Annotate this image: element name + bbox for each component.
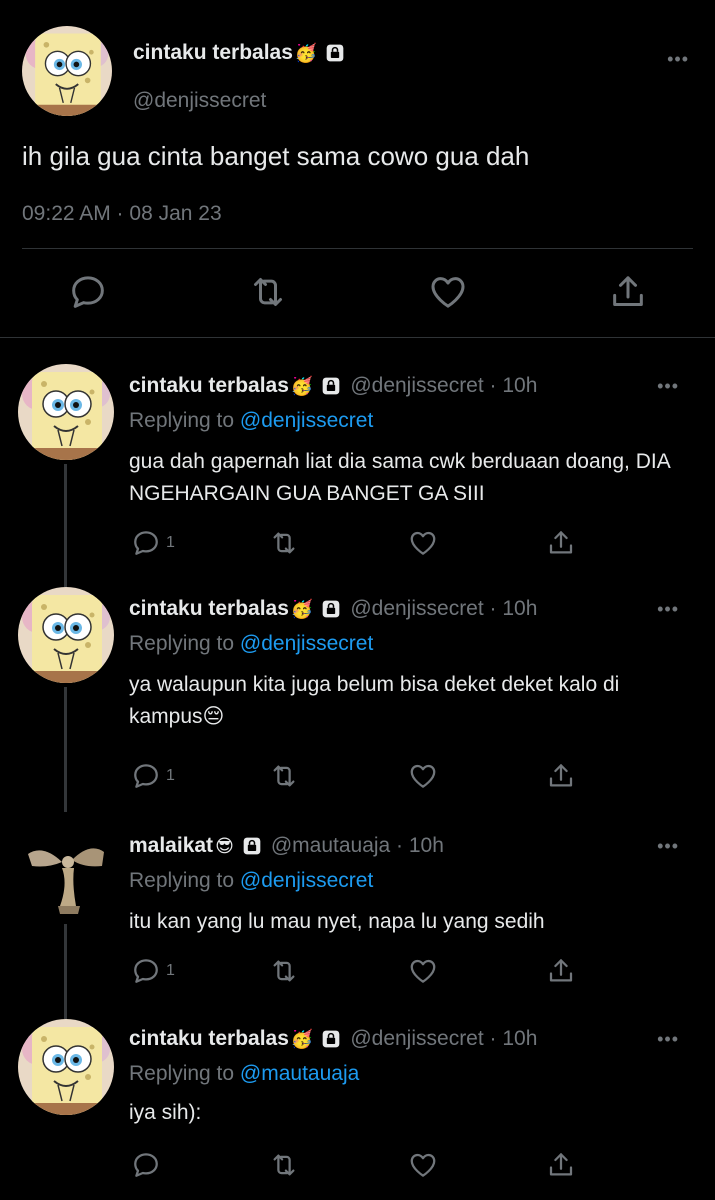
handle-time[interactable]: @denjissecret · 10h xyxy=(350,1027,537,1051)
reply-count: 1 xyxy=(166,962,175,979)
reply-count: 1 xyxy=(166,767,175,784)
retweet-icon[interactable] xyxy=(269,956,299,986)
heart-icon[interactable] xyxy=(408,1150,438,1180)
thread-line xyxy=(64,687,67,812)
spongebob-avatar-image xyxy=(18,364,114,460)
reply-button[interactable]: 1 xyxy=(131,956,175,986)
reply-icon xyxy=(131,956,161,986)
reply-text: itu kan yang lu mau nyet, napa lu yang s… xyxy=(129,910,545,933)
handle-time[interactable]: @denjissecret · 10h xyxy=(350,374,537,398)
replying-to: Replying to @denjissecret xyxy=(129,869,373,893)
reply-header: cintaku terbalas 🥳 @denjissecret · 10h xyxy=(129,1027,537,1051)
lock-icon xyxy=(321,376,341,396)
reply-button[interactable] xyxy=(131,1150,166,1180)
display-name[interactable]: cintaku terbalas xyxy=(129,374,289,398)
display-name[interactable]: cintaku terbalas xyxy=(133,41,293,65)
retweet-icon[interactable] xyxy=(269,1150,299,1180)
reply-icon xyxy=(131,761,161,791)
reply-icon xyxy=(131,1150,161,1180)
reply-text: ya walaupun kita juga belum bisa deket d… xyxy=(129,673,620,728)
main-tweet: cintaku terbalas 🥳 ••• @denjissecret ih … xyxy=(0,0,715,338)
reply-text: iya sih): xyxy=(129,1101,202,1124)
thread-line xyxy=(64,575,67,587)
replying-prefix: Replying to xyxy=(129,1062,240,1085)
lock-icon xyxy=(321,1029,341,1049)
reply-tweet[interactable]: malaikat 😎 @mautauaja · 10h ••• Replying… xyxy=(0,812,715,1007)
author-row: cintaku terbalas 🥳 xyxy=(133,41,345,65)
action-bar: 1 xyxy=(0,528,715,560)
handle-time[interactable]: @mautauaja · 10h xyxy=(271,834,444,858)
share-icon[interactable] xyxy=(546,956,576,986)
name-emoji: 🥳 xyxy=(294,42,318,63)
reply-text: gua dah gapernah liat dia sama cwk berdu… xyxy=(129,450,670,505)
action-bar: 1 xyxy=(0,956,715,988)
reply-button[interactable]: 1 xyxy=(131,528,175,558)
more-icon[interactable]: ••• xyxy=(657,1029,679,1050)
reply-button[interactable]: 1 xyxy=(131,761,175,791)
heart-icon[interactable] xyxy=(408,761,438,791)
action-bar xyxy=(0,1150,715,1182)
name-emoji: 🥳 xyxy=(290,1028,314,1049)
reply-tweet[interactable]: cintaku terbalas 🥳 @denjissecret · 10h •… xyxy=(0,1007,715,1200)
retweet-icon[interactable] xyxy=(269,761,299,791)
spongebob-avatar-image xyxy=(22,26,112,116)
replying-to: Replying to @mautauaja xyxy=(129,1062,359,1086)
name-emoji: 🥳 xyxy=(290,375,314,396)
name-emoji: 🥳 xyxy=(290,598,314,619)
reply-icon[interactable] xyxy=(68,272,108,312)
spongebob-avatar-image xyxy=(18,587,114,683)
replying-prefix: Replying to xyxy=(129,632,240,655)
more-icon[interactable]: ••• xyxy=(657,376,679,397)
replying-prefix: Replying to xyxy=(129,409,240,432)
timestamp[interactable]: 09:22 AM · 08 Jan 23 xyxy=(22,202,222,226)
mention-link[interactable]: @denjissecret xyxy=(240,632,373,655)
reply-header: malaikat 😎 @mautauaja · 10h xyxy=(129,834,444,858)
replying-prefix: Replying to xyxy=(129,869,240,892)
angel-statue-avatar-image xyxy=(18,824,114,920)
avatar[interactable] xyxy=(18,364,114,460)
handle-time[interactable]: @denjissecret · 10h xyxy=(350,597,537,621)
share-icon[interactable] xyxy=(546,528,576,558)
action-bar: 1 xyxy=(0,761,715,793)
action-bar xyxy=(0,272,715,316)
avatar[interactable] xyxy=(18,824,114,920)
heart-icon[interactable] xyxy=(408,528,438,558)
retweet-icon[interactable] xyxy=(248,272,288,312)
reply-tweet[interactable]: cintaku terbalas 🥳 @denjissecret · 10h •… xyxy=(0,338,715,575)
avatar[interactable] xyxy=(22,26,112,116)
mention-link[interactable]: @mautauaja xyxy=(240,1062,359,1085)
name-emoji: 😎 xyxy=(215,835,234,856)
display-name[interactable]: cintaku terbalas xyxy=(129,597,289,621)
display-name[interactable]: malaikat xyxy=(129,834,213,858)
share-icon[interactable] xyxy=(608,272,648,312)
more-icon[interactable]: ••• xyxy=(657,836,679,857)
reply-count: 1 xyxy=(166,534,175,551)
mention-link[interactable]: @denjissecret xyxy=(240,869,373,892)
avatar[interactable] xyxy=(18,587,114,683)
reply-header: cintaku terbalas 🥳 @denjissecret · 10h xyxy=(129,597,537,621)
lock-icon xyxy=(242,836,262,856)
share-icon[interactable] xyxy=(546,761,576,791)
lock-icon xyxy=(325,43,345,63)
tweet-text: ih gila gua cinta banget sama cowo gua d… xyxy=(22,141,530,171)
replying-to: Replying to @denjissecret xyxy=(129,409,373,433)
retweet-icon[interactable] xyxy=(269,528,299,558)
spongebob-avatar-image xyxy=(18,1019,114,1115)
share-icon[interactable] xyxy=(546,1150,576,1180)
reply-icon xyxy=(131,528,161,558)
display-name[interactable]: cintaku terbalas xyxy=(129,1027,289,1051)
replying-to: Replying to @denjissecret xyxy=(129,632,373,656)
heart-icon[interactable] xyxy=(408,956,438,986)
divider xyxy=(22,248,693,249)
avatar[interactable] xyxy=(18,1019,114,1115)
lock-icon xyxy=(321,599,341,619)
handle[interactable]: @denjissecret xyxy=(133,89,266,113)
thread-line xyxy=(64,1007,67,1019)
more-icon[interactable]: ••• xyxy=(657,599,679,620)
reply-header: cintaku terbalas 🥳 @denjissecret · 10h xyxy=(129,374,537,398)
reply-tweet[interactable]: cintaku terbalas 🥳 @denjissecret · 10h •… xyxy=(0,575,715,812)
more-icon[interactable]: ••• xyxy=(667,49,689,70)
heart-icon[interactable] xyxy=(428,272,468,312)
mention-link[interactable]: @denjissecret xyxy=(240,409,373,432)
